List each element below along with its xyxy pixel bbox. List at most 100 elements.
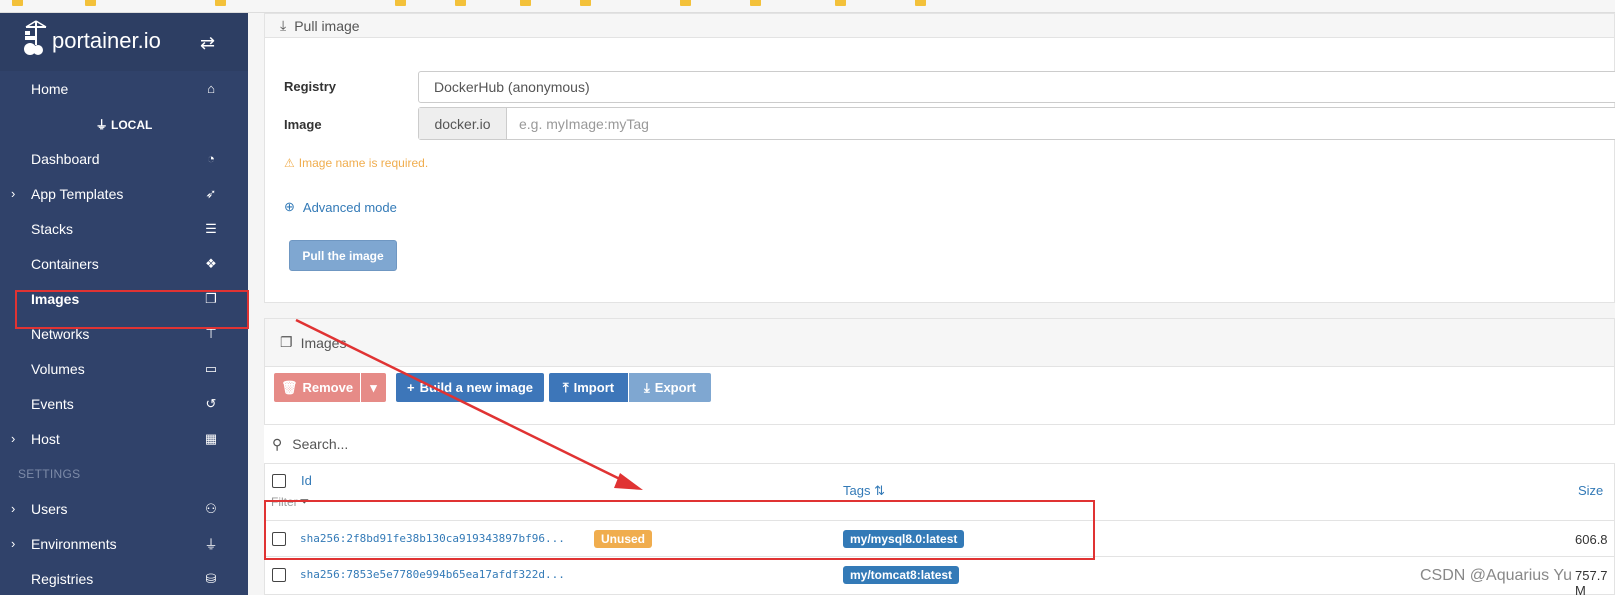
bookmark-item[interactable] (680, 0, 691, 8)
sidebar-item-environments[interactable]: › Environments ⏚ (0, 526, 248, 561)
sidebar-item-label: Home (31, 80, 69, 97)
advanced-mode-label: Advanced mode (302, 199, 397, 215)
column-header-id[interactable]: Id (301, 473, 312, 488)
bookmark-item[interactable] (455, 0, 466, 8)
sidebar-item-host[interactable]: › Host ▦ (0, 421, 248, 456)
advanced-mode-link[interactable]: ⊕ Advanced mode (284, 199, 397, 215)
image-id-link[interactable]: sha256:7853e5e7780e994b65ea17afdf322d... (300, 568, 565, 581)
column-header-tags[interactable]: Tags ⇅ (843, 483, 885, 499)
bookmark-item[interactable] (835, 0, 846, 8)
folder-icon (835, 0, 846, 6)
sidebar-item-label: Events (31, 395, 74, 412)
image-label: Image (284, 117, 322, 132)
upload-icon: ⤒ (562, 379, 569, 395)
switch-endpoint-icon[interactable]: ⇄ (200, 33, 215, 54)
chevron-right-icon: › (11, 536, 16, 551)
sort-icon: ⇅ (874, 483, 885, 498)
sidebar-item-label: Images (31, 290, 80, 307)
download-icon: ⤓ (644, 379, 650, 395)
sidebar-item-label: Dashboard (31, 150, 100, 167)
images-title: Images (300, 334, 347, 351)
folder-icon (215, 0, 226, 6)
sidebar-item-label: Environments (31, 535, 117, 552)
users-icon: ⚇ (205, 500, 217, 516)
sidebar-item-label: Volumes (31, 360, 85, 377)
registry-select[interactable]: DockerHub (anonymous) (418, 71, 1615, 103)
bookmark-item[interactable] (215, 0, 226, 8)
bookmark-item[interactable] (915, 0, 926, 8)
build-image-button[interactable]: + Build a new image (396, 373, 544, 402)
sidebar-item-images[interactable]: Images ❐ (0, 281, 248, 316)
tags-label: Tags (843, 483, 871, 498)
home-icon: ⌂ (207, 81, 215, 96)
bookmark-item[interactable] (520, 0, 531, 8)
image-size: 606.8 (1575, 532, 1608, 547)
row-checkbox[interactable] (272, 568, 286, 582)
remove-options-dropdown[interactable]: ▾ (361, 373, 386, 402)
sidebar-item-dashboard[interactable]: Dashboard ◔ (0, 141, 248, 176)
chevron-right-icon: › (11, 431, 16, 446)
sidebar-item-home[interactable]: Home ⌂ (0, 71, 248, 106)
trash-icon: 🗑 (280, 379, 298, 395)
row-checkbox[interactable] (272, 532, 286, 546)
images-search-input[interactable] (292, 436, 893, 452)
sidebar-item-users[interactable]: › Users ⚇ (0, 491, 248, 526)
sidebar-item-containers[interactable]: Containers ❖ (0, 246, 248, 281)
remove-label: Remove (302, 380, 354, 395)
image-registry-prefix: docker.io (419, 108, 507, 139)
bookmark-item[interactable] (12, 0, 23, 8)
sidebar-item-label: Networks (31, 325, 90, 342)
sidebar-item-app-templates[interactable]: › App Templates ➶ (0, 176, 248, 211)
bookmark-item[interactable] (85, 0, 96, 8)
image-required-warning: ⚠ Image name is required. (284, 156, 428, 170)
images-search-bar: ⚲ (264, 424, 1615, 464)
sidebar-item-label: Containers (31, 255, 99, 272)
sidebar-item-label: Host (31, 430, 60, 447)
bookmark-item[interactable] (395, 0, 406, 8)
image-tag-badge: my/mysql8.0:latest (843, 530, 965, 548)
globe-icon: ⊕ (284, 199, 295, 214)
image-size: 757.7 M (1575, 568, 1608, 598)
endpoint-name: ⏚ LOCAL (0, 116, 248, 133)
pull-image-button[interactable]: Pull the image (289, 240, 397, 271)
registry-label: Registry (284, 79, 337, 94)
cubes-icon: ❖ (205, 255, 217, 271)
th-icon: ▦ (204, 430, 218, 446)
folder-icon (915, 0, 926, 6)
filter-icon: ⏷ (299, 494, 310, 508)
sidebar-item-events[interactable]: Events ↺ (0, 386, 248, 421)
history-icon: ↺ (205, 395, 217, 411)
search-icon: ⚲ (272, 435, 283, 452)
filter-label: Filter (271, 494, 298, 509)
sidebar-brand[interactable]: portainer.io ⇄ (0, 13, 248, 71)
rocket-icon: ➶ (205, 185, 217, 201)
folder-icon (750, 0, 761, 6)
sidebar-item-volumes[interactable]: Volumes ▭ (0, 351, 248, 386)
image-tag-badge: my/tomcat8:latest (843, 566, 960, 584)
pull-image-panel: ⤓ Pull image (264, 13, 1615, 303)
sidebar-item-stacks[interactable]: Stacks ☰ (0, 211, 248, 246)
folder-icon (680, 0, 691, 6)
sidebar-item-networks[interactable]: Networks ⊤ (0, 316, 248, 351)
unused-badge: Unused (594, 530, 653, 548)
bookmark-item[interactable] (580, 0, 591, 8)
sidebar-item-label: App Templates (31, 185, 124, 202)
pull-image-title: Pull image (294, 17, 360, 34)
caret-down-icon: ▾ (370, 379, 377, 395)
warning-text: Image name is required. (298, 156, 429, 170)
pull-image-header: ⤓ Pull image (265, 14, 1614, 38)
select-all-checkbox[interactable] (272, 474, 286, 488)
id-filter[interactable]: Filter ⏷ (271, 494, 309, 509)
remove-button[interactable]: 🗑 Remove (274, 373, 360, 402)
folder-icon (85, 0, 96, 6)
hdd-icon: ▭ (204, 360, 218, 376)
image-name-input[interactable] (507, 108, 1615, 139)
bookmark-item[interactable] (750, 0, 761, 8)
import-button[interactable]: ⤒ Import (549, 373, 628, 402)
image-id-link[interactable]: sha256:2f8bd91fe38b130ca919343897bf96... (300, 532, 565, 545)
settings-heading: SETTINGS (18, 467, 81, 481)
export-button[interactable]: ⤓ Export (629, 373, 711, 402)
sidebar-item-registries[interactable]: Registries ⛁ (0, 561, 248, 596)
column-header-size[interactable]: Size (1578, 483, 1603, 498)
plug-icon: ⏚ (204, 537, 218, 552)
